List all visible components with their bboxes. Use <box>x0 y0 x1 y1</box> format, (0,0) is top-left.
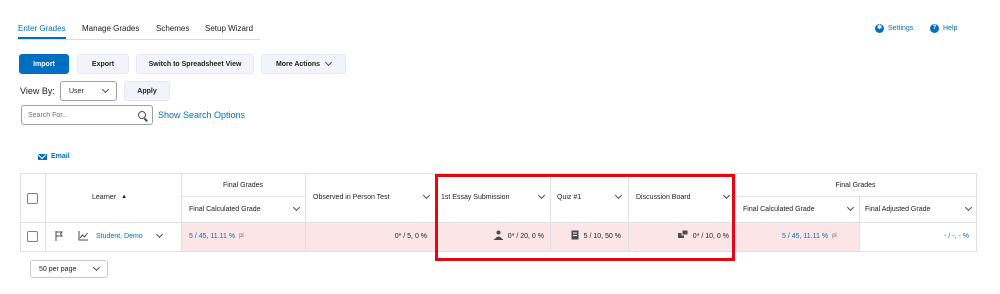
final-grades-group-header: Final Grades <box>835 181 876 189</box>
tab-manage-grades[interactable]: Manage Grades <box>82 24 139 33</box>
grid-line <box>45 173 46 251</box>
tab-divider <box>18 39 260 40</box>
grade-suffix: pl <box>239 233 244 239</box>
show-search-options-link[interactable]: Show Search Options <box>158 110 245 120</box>
more-actions-button[interactable]: More Actions <box>261 54 346 74</box>
help-link[interactable]: ? Help <box>930 24 957 33</box>
search-input[interactable] <box>28 111 133 119</box>
grid-line <box>735 196 977 197</box>
final-calculated-grade-cell: 5 / 45, 11.11 % pl <box>189 229 244 243</box>
help-label: Help <box>943 25 958 32</box>
final-calculated-grade-header[interactable]: Final Calculated Grade <box>743 202 855 216</box>
tab-schemes[interactable]: Schemes <box>156 24 189 33</box>
more-actions-label: More Actions <box>275 60 321 68</box>
per-page-select[interactable]: 50 per page <box>30 260 108 278</box>
sort-ascending-icon: ▲ <box>121 194 128 200</box>
search-icon[interactable] <box>138 111 146 119</box>
student-menu-chevron[interactable] <box>155 229 164 243</box>
email-label: Email <box>51 153 70 160</box>
final-calculated-grade-value[interactable]: 5 / 45, 11.11 % <box>782 233 828 240</box>
learner-header[interactable]: Learner ▲ <box>92 190 127 204</box>
grade-suffix: pl <box>832 233 837 239</box>
tab-enter-grades[interactable]: Enter Grades <box>18 24 66 33</box>
chevron-down-icon[interactable] <box>292 203 301 212</box>
view-by-value: User <box>69 87 84 95</box>
settings-label: Settings <box>888 25 914 32</box>
chevron-down-icon[interactable] <box>422 191 431 200</box>
help-icon: ? <box>930 24 939 33</box>
header-label: Observed in Person Test <box>313 193 390 201</box>
search-box <box>21 105 153 125</box>
learner-header-label: Learner <box>92 193 117 201</box>
tab-setup-wizard[interactable]: Setup Wizard <box>205 24 253 33</box>
grid-line <box>305 173 306 251</box>
settings-link[interactable]: ✱ Settings <box>875 24 913 33</box>
view-by-label: View By: <box>20 86 55 96</box>
grid-line <box>20 173 21 251</box>
chevron-down-icon <box>101 85 110 94</box>
header-label: Final Calculated Grade <box>743 205 815 213</box>
flag-icon[interactable] <box>55 229 63 243</box>
final-calculated-grade-cell: 5 / 45, 11.11 % pl <box>782 229 837 243</box>
chevron-down-icon <box>92 263 101 272</box>
observed-test-grade-cell[interactable]: 0* / 5, 0 % <box>313 229 427 243</box>
select-all-checkbox[interactable] <box>27 193 38 204</box>
grid-line <box>859 196 860 251</box>
chevron-down-icon[interactable] <box>846 203 855 212</box>
chevron-down-icon[interactable] <box>964 203 973 212</box>
email-button[interactable]: Email <box>38 153 70 160</box>
grid-line <box>976 173 977 251</box>
header-label: Final Adjusted Grade <box>865 205 931 213</box>
final-grades-group-header: Final Grades <box>222 181 264 189</box>
row-checkbox[interactable] <box>27 231 38 242</box>
gear-icon: ✱ <box>875 24 884 33</box>
header-label: Final Calculated Grade <box>189 205 261 213</box>
per-page-value: 50 per page <box>39 265 77 273</box>
chevron-down-icon <box>324 58 333 67</box>
spreadsheet-view-button[interactable]: Switch to Spreadsheet View <box>136 54 254 74</box>
export-button[interactable]: Export <box>77 54 129 74</box>
envelope-icon <box>38 153 47 160</box>
highlight-box <box>435 174 735 261</box>
final-calculated-grade-value[interactable]: 5 / 45, 11.11 % <box>189 233 235 240</box>
student-name-link[interactable]: Student, Demo <box>96 229 143 243</box>
final-adjusted-grade-header[interactable]: Final Adjusted Grade <box>865 202 973 216</box>
import-button[interactable]: Import <box>19 54 69 74</box>
grid-line <box>181 196 305 197</box>
apply-button[interactable]: Apply <box>124 81 170 101</box>
progress-chart-icon[interactable] <box>78 229 88 243</box>
view-by-select[interactable]: User <box>60 81 117 101</box>
observed-test-header[interactable]: Observed in Person Test <box>313 190 431 204</box>
final-adjusted-grade-cell[interactable]: - / -, - % <box>865 229 969 243</box>
chevron-down-icon <box>155 230 164 239</box>
final-calculated-grade-header[interactable]: Final Calculated Grade <box>189 202 301 216</box>
